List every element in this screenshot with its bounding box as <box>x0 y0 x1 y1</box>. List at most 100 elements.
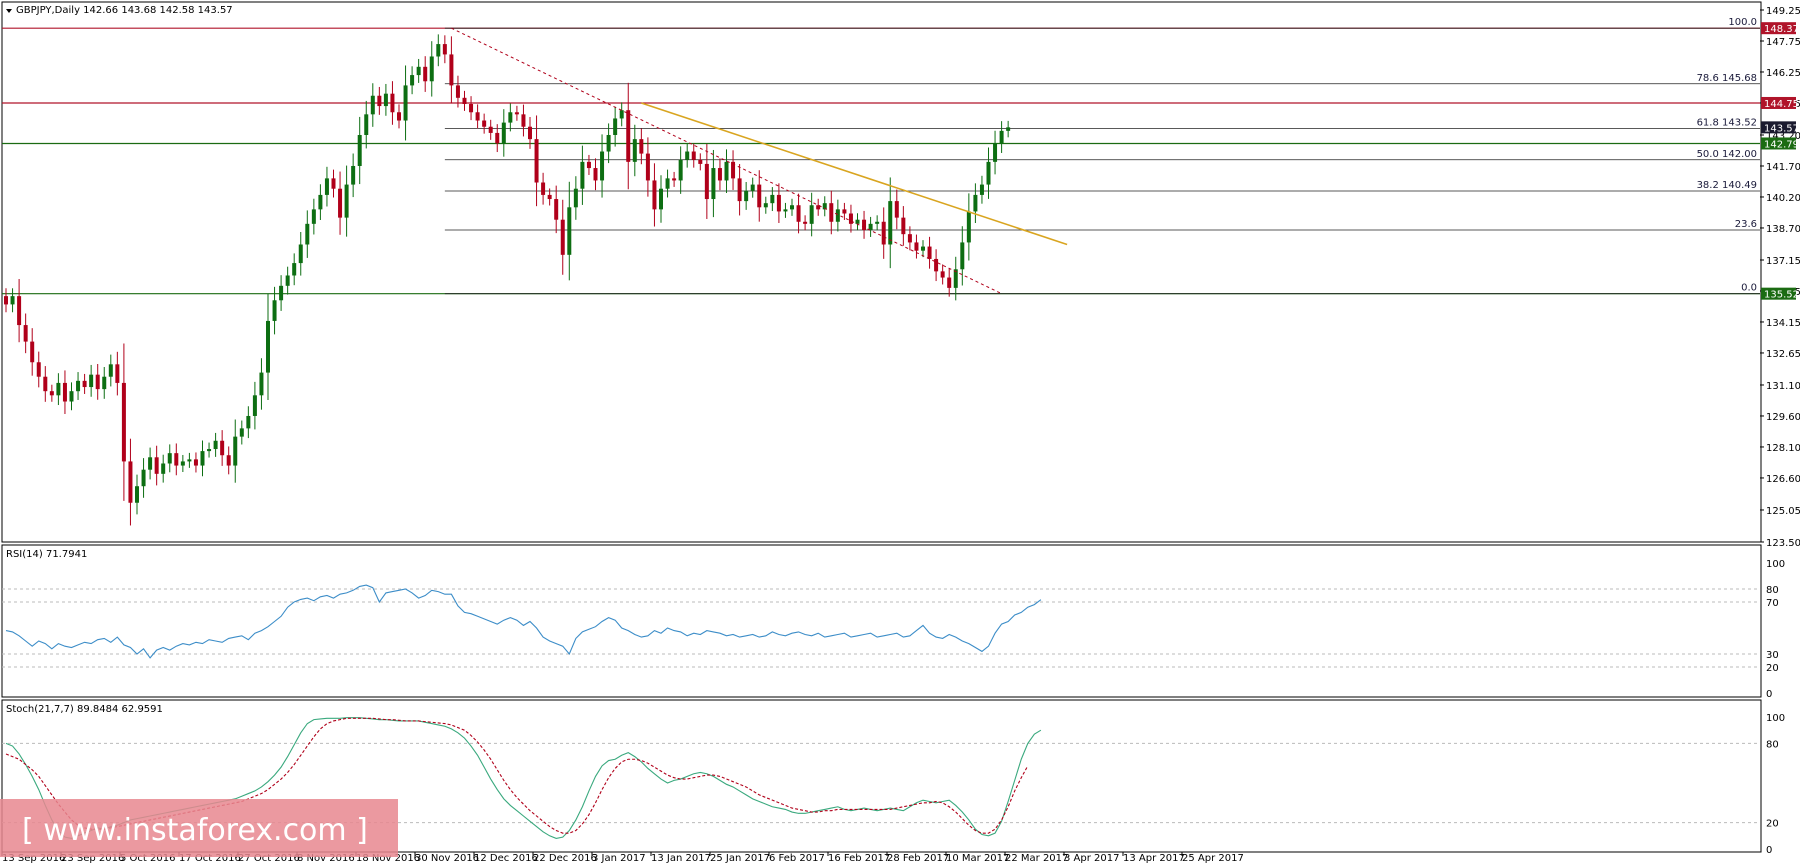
candle-bullish <box>855 219 860 224</box>
candle-bullish <box>246 415 251 429</box>
rsi-tick-label: 30 <box>1766 650 1779 661</box>
candle-bearish <box>796 205 801 222</box>
candle-bullish <box>966 211 971 243</box>
price-tick-label: 126.60 <box>1766 474 1800 485</box>
candle-bullish <box>357 134 362 166</box>
candle-bearish <box>331 178 336 189</box>
candle-bearish <box>174 453 179 466</box>
candle-bullish <box>665 178 670 189</box>
time-tick-label: 3 Jan 2017 <box>592 853 646 864</box>
candle-bullish <box>102 376 107 390</box>
candle-bullish <box>10 296 15 305</box>
candle-bearish <box>652 180 657 210</box>
candle-bullish <box>213 440 218 450</box>
price-tick-label: 131.10 <box>1766 381 1800 392</box>
time-tick-label: 30 Nov 2016 <box>415 853 479 864</box>
price-tag-label: 148.37 <box>1764 24 1799 35</box>
candle-bearish <box>377 95 382 107</box>
price-tick-label: 123.50 <box>1766 538 1800 549</box>
candle-bullish <box>351 165 356 185</box>
watermark-text: [ www.instaforex.com ] <box>22 813 368 848</box>
candle-bullish <box>809 205 814 224</box>
candle-bullish <box>790 205 794 210</box>
candle-bearish <box>560 219 565 255</box>
candle-bearish <box>704 163 709 200</box>
candle-bearish <box>947 277 952 288</box>
candle-bullish <box>750 184 755 191</box>
candle-bullish <box>403 85 408 121</box>
candle-bearish <box>397 112 401 121</box>
candle-bearish <box>593 168 598 181</box>
candle-bearish <box>154 457 159 474</box>
candle-bullish <box>383 93 388 107</box>
candle-bullish <box>999 130 1004 144</box>
candle-bullish <box>436 44 441 57</box>
candle-bearish <box>115 364 120 383</box>
candle-bullish <box>986 161 991 185</box>
candle-bullish <box>711 168 716 200</box>
candle-bullish <box>744 190 749 202</box>
candle-bearish <box>639 139 644 154</box>
candle-bullish <box>678 159 683 181</box>
price-tick-label: 132.65 <box>1766 349 1800 360</box>
candle-bearish <box>645 153 650 181</box>
candle-bullish <box>200 451 205 466</box>
candle-bullish <box>187 459 192 462</box>
candle-bearish <box>842 209 847 214</box>
candle-bearish <box>940 271 945 278</box>
candle-bullish <box>364 114 369 135</box>
price-tag-label: 135.52 <box>1764 290 1799 301</box>
price-tick-label: 134.15 <box>1766 318 1800 329</box>
price-tick-label: 149.25 <box>1766 6 1800 17</box>
candle-bearish <box>95 374 100 390</box>
candle-bullish <box>148 457 153 470</box>
chart-canvas[interactable]: 100.0 78.6 145.68 61.8 143.52 50.0 142.00 38… <box>0 0 1800 868</box>
candle-bearish <box>193 459 198 466</box>
candle-bullish <box>567 207 572 255</box>
candle-bearish <box>43 376 48 392</box>
candle-bullish <box>580 161 585 189</box>
stoch-tick-label: 20 <box>1766 819 1779 830</box>
price-tick-label: 137.15 <box>1766 256 1800 267</box>
fib-level-label: 100.0 <box>1728 17 1757 28</box>
candle-bullish <box>410 75 415 86</box>
candle-bullish <box>279 285 284 301</box>
candle-bearish <box>914 242 919 251</box>
candle-bearish <box>829 203 834 222</box>
candle-bullish <box>266 320 270 373</box>
candle-bearish <box>698 159 703 164</box>
candle-bearish <box>482 120 487 127</box>
candle-bullish <box>76 380 81 392</box>
time-tick-label: 10 Mar 2017 <box>946 853 1009 864</box>
candle-bullish <box>573 188 578 208</box>
stoch-tick-label: 0 <box>1766 845 1772 856</box>
candle-bearish <box>220 440 225 456</box>
candle-bearish <box>776 194 781 212</box>
candle-bearish <box>554 199 559 220</box>
candle-bullish <box>960 242 965 270</box>
candle-bearish <box>455 85 460 98</box>
fib-level-label: 50.0 142.00 <box>1697 149 1757 160</box>
candle-bearish <box>901 217 906 235</box>
time-tick-label: 12 Dec 2016 <box>474 853 538 864</box>
fib-level-label: 38.2 140.49 <box>1697 180 1757 191</box>
candle-bullish <box>56 382 61 396</box>
chart-title: GBPJPY,Daily 142.66 143.68 142.58 143.57 <box>16 5 233 16</box>
candle-bearish <box>128 461 133 503</box>
candle-bullish <box>311 209 316 224</box>
candle-bearish <box>4 296 8 305</box>
candle-bearish <box>717 168 722 181</box>
time-tick-label: 22 Mar 2017 <box>1005 853 1068 864</box>
candle-bullish <box>344 184 349 218</box>
candle-bearish <box>475 112 480 121</box>
candle-bullish <box>632 139 637 162</box>
candle-bearish <box>672 178 677 181</box>
candle-bearish <box>737 178 742 202</box>
rsi-tick-label: 0 <box>1766 689 1772 700</box>
time-tick-label: 3 Apr 2017 <box>1064 853 1119 864</box>
candle-bullish <box>305 223 310 245</box>
rsi-tick-label: 20 <box>1766 663 1779 674</box>
candle-bearish <box>514 112 519 115</box>
time-tick-label: 22 Dec 2016 <box>533 853 597 864</box>
candle-bearish <box>226 455 231 466</box>
